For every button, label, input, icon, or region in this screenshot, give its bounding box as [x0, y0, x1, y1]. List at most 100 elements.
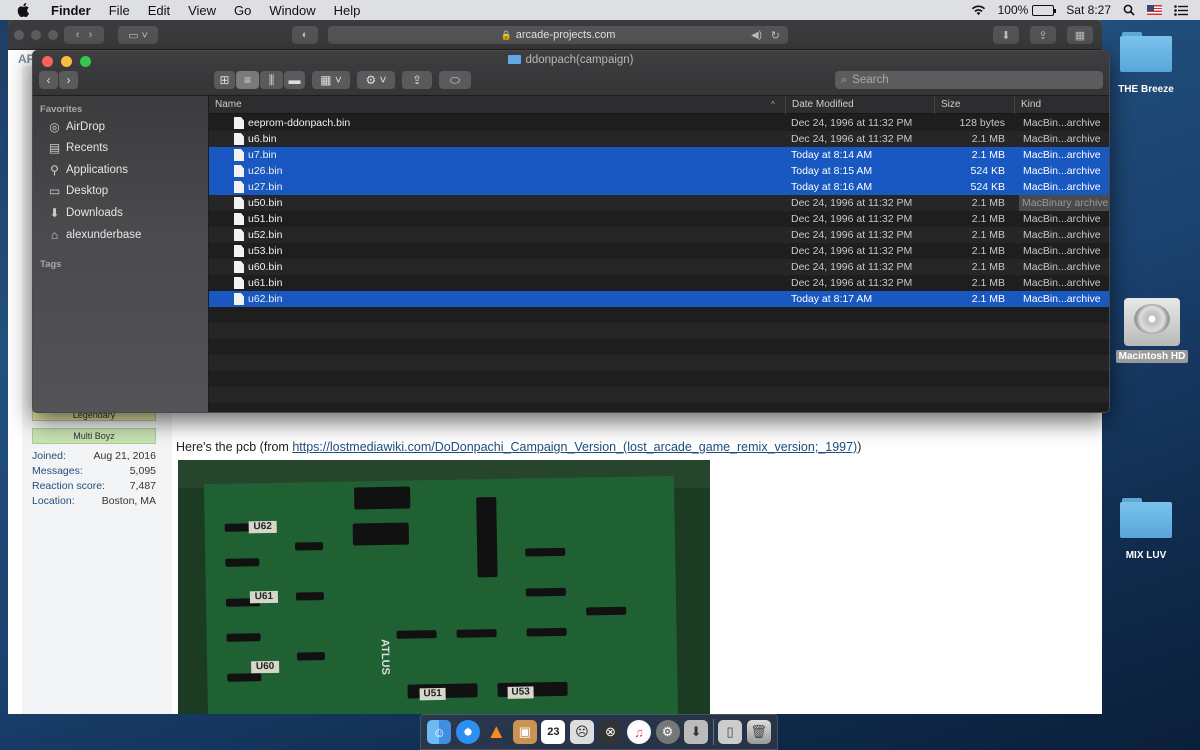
input-source-flag-icon[interactable] — [1147, 5, 1162, 15]
notification-center-icon[interactable] — [1174, 4, 1188, 16]
list-icon: ≡ — [243, 73, 251, 87]
trash-icon[interactable]: 🗑 — [746, 720, 771, 744]
columns-icon: ⫼ — [268, 72, 275, 87]
search-field[interactable]: ⌕ Search — [835, 71, 1103, 89]
sidebar-icon: ▭ ˅ — [128, 29, 148, 42]
back-button[interactable]: ‹ — [39, 71, 58, 89]
system-preferences-icon[interactable]: ⚙ — [655, 720, 680, 744]
file-row[interactable]: u7.bin Today at 8:14 AM 2.1 MB MacBin...arc… — [209, 147, 1109, 163]
file-row[interactable]: u62.bin Today at 8:17 AM 2.1 MB MacBin...ar… — [209, 291, 1109, 307]
vlc-icon[interactable]: ▲ — [484, 720, 508, 744]
document-icon — [234, 245, 244, 257]
app-icon[interactable]: ☹ — [569, 720, 594, 744]
safari-icon[interactable]: ✦ — [455, 720, 480, 744]
file-list: Name ^ Date Modified Size Kind eeprom-dd… — [209, 96, 1109, 412]
finder-icon[interactable]: ☺ — [427, 720, 452, 744]
column-date-header[interactable]: Date Modified — [785, 96, 934, 114]
documents-stack-icon[interactable]: ▯ — [718, 720, 743, 744]
downloads-stack-icon[interactable]: ⬇ — [684, 720, 709, 744]
calendar-icon[interactable]: 23 — [541, 720, 566, 744]
address-bar[interactable]: 🔒 arcade-projects.com ◀) ↻ — [328, 26, 788, 44]
menu-help[interactable]: Help — [325, 3, 370, 18]
downloads-button[interactable]: ⬇ — [993, 26, 1019, 44]
spotlight-icon[interactable] — [1123, 4, 1135, 16]
file-row[interactable]: u52.bin Dec 24, 1996 at 11:32 PM 2.1 MB Mac… — [209, 227, 1109, 243]
reload-icon[interactable]: ↻ — [771, 29, 780, 42]
pcb-photo[interactable]: U62 U61 U60 U51 U53 ATLUS — [178, 460, 710, 714]
sidebar-item-desktop[interactable]: ▭ Desktop — [47, 181, 108, 201]
file-kind: MacBinary archive — [1019, 195, 1109, 211]
file-name: u62.bin — [248, 293, 283, 305]
post-link[interactable]: https://lostmediawiki.com/DoDonpachi_Cam… — [292, 440, 857, 454]
file-row[interactable]: eeprom-ddonpach.bin Dec 24, 1996 at 11:32… — [209, 115, 1109, 131]
file-date: Today at 8:15 AM — [791, 165, 873, 177]
apple-menu-icon[interactable] — [16, 3, 30, 17]
icon-view-button[interactable]: ⊞ — [214, 71, 235, 89]
file-row[interactable]: u51.bin Dec 24, 1996 at 11:32 PM 2.1 MB Mac… — [209, 211, 1109, 227]
desktop-icon-mix-luv[interactable]: MIX LUV — [1112, 498, 1180, 561]
empty-row — [209, 355, 1109, 371]
forward-button[interactable]: › — [59, 71, 78, 89]
file-date: Dec 24, 1996 at 11:32 PM — [791, 213, 913, 225]
desktop-icon-the-breeze[interactable]: THE Breeze — [1112, 32, 1180, 95]
column-size-header[interactable]: Size — [934, 96, 1014, 114]
file-row[interactable]: u60.bin Dec 24, 1996 at 11:32 PM 2.1 MB Mac… — [209, 259, 1109, 275]
column-name-header[interactable]: Name — [209, 96, 785, 114]
file-date: Dec 24, 1996 at 11:32 PM — [791, 229, 913, 241]
battery-status[interactable]: 100% — [998, 3, 1057, 17]
menu-file[interactable]: File — [100, 3, 139, 18]
menu-view[interactable]: View — [179, 3, 225, 18]
minimize-icon[interactable] — [31, 30, 41, 40]
recents-icon: ▤ — [48, 141, 61, 155]
tag-icon: ⬭ — [449, 72, 461, 87]
menu-app-name[interactable]: Finder — [42, 3, 100, 18]
menu-go[interactable]: Go — [225, 3, 260, 18]
archive-utility-icon[interactable]: ▣ — [512, 720, 537, 744]
share-button[interactable]: ⇪ — [402, 71, 432, 89]
pcb-label-u53: U53 — [507, 686, 534, 699]
back-forward-button[interactable]: ‹ › — [64, 26, 104, 44]
close-icon[interactable] — [14, 30, 24, 40]
file-row[interactable]: u61.bin Dec 24, 1996 at 11:32 PM 2.1 MB Mac… — [209, 275, 1109, 291]
sidebar-item-home[interactable]: ⌂ alexunderbase — [47, 225, 142, 245]
column-kind-header[interactable]: Kind — [1014, 96, 1109, 114]
file-name: u7.bin — [248, 149, 277, 161]
sidebar-toggle-button[interactable]: ▭ ˅ — [118, 26, 158, 44]
sidebar-item-downloads[interactable]: ⬇ Downloads — [47, 203, 122, 223]
file-row[interactable]: u50.bin Dec 24, 1996 at 11:32 PM 2.1 MB Mac… — [209, 195, 1109, 211]
gallery-icon: ▬ — [288, 73, 301, 87]
column-view-button[interactable]: ⫼ — [260, 71, 283, 89]
file-row[interactable]: u27.bin Today at 8:16 AM 524 KB MacBin...ar… — [209, 179, 1109, 195]
file-name: u53.bin — [248, 245, 283, 257]
file-size: 2.1 MB — [971, 277, 1005, 289]
sidebar-item-recents[interactable]: ▤ Recents — [47, 138, 108, 158]
menu-edit[interactable]: Edit — [139, 3, 179, 18]
menu-window[interactable]: Window — [260, 3, 324, 18]
menubar-clock[interactable]: Sat 8:27 — [1066, 3, 1111, 17]
speaker-icon[interactable]: ◀) — [751, 30, 762, 41]
file-row[interactable]: u53.bin Dec 24, 1996 at 11:32 PM 2.1 MB Mac… — [209, 243, 1109, 259]
user-info-joined: Joined: Aug 21, 2016 — [32, 450, 156, 462]
desktop-icon-macintosh-hd[interactable]: Macintosh HD — [1112, 298, 1192, 363]
gallery-view-button[interactable]: ▬ — [284, 71, 305, 89]
privacy-report-button[interactable]: ◐ — [292, 26, 318, 44]
app-icon[interactable]: ⊗ — [598, 720, 623, 744]
share-button[interactable]: ⇪ — [1030, 26, 1056, 44]
tags-button[interactable]: ⬭ — [439, 71, 471, 89]
action-button[interactable]: ⚙ ˅ — [357, 71, 395, 89]
itunes-icon[interactable]: ♫ — [626, 720, 651, 744]
sidebar-item-airdrop[interactable]: ◎ AirDrop — [47, 117, 105, 137]
sidebar-item-applications[interactable]: ⚲ Applications — [47, 160, 128, 180]
file-row[interactable]: u26.bin Today at 8:15 AM 524 KB MacBin...ar… — [209, 163, 1109, 179]
document-icon — [234, 261, 244, 273]
wifi-icon[interactable] — [971, 4, 986, 16]
file-name: u52.bin — [248, 229, 283, 241]
empty-row — [209, 307, 1109, 323]
zoom-icon[interactable] — [48, 30, 58, 40]
file-size: 2.1 MB — [971, 149, 1005, 161]
list-view-button[interactable]: ≡ — [236, 71, 259, 89]
folder-icon — [1120, 498, 1172, 538]
file-row[interactable]: u6.bin Dec 24, 1996 at 11:32 PM 2.1 MB MacB… — [209, 131, 1109, 147]
group-by-button[interactable]: ▦ ˅ — [312, 71, 350, 89]
tab-overview-button[interactable]: ▦ — [1067, 26, 1093, 44]
